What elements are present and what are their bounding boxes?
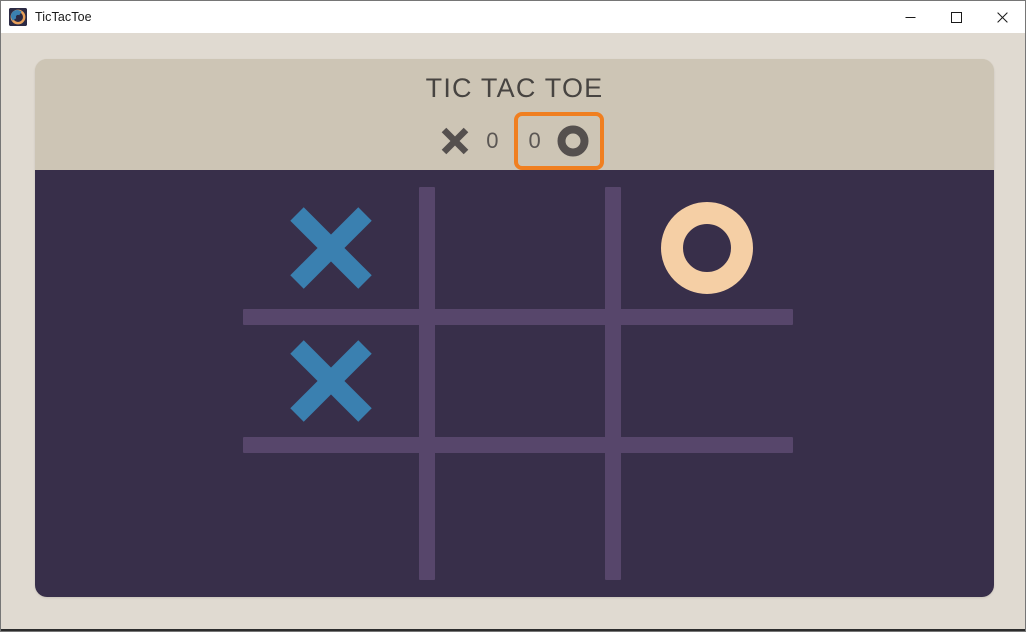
board-cell-mark (243, 187, 419, 309)
grid-line-vertical-1 (419, 187, 435, 580)
board-cell-mark (435, 187, 605, 309)
board-cell-mark (435, 325, 605, 437)
grid-line-horizontal-2 (243, 437, 793, 453)
window-title: TicTacToe (35, 10, 92, 24)
close-button[interactable] (979, 1, 1025, 33)
board-cell-mark (621, 187, 793, 309)
x-mark-icon (440, 126, 470, 156)
board-cell-0-1[interactable] (435, 187, 605, 309)
maximize-button[interactable] (933, 1, 979, 33)
game-card: TIC TAC TOE 0 0 (35, 59, 994, 597)
title-bar: TicTacToe (1, 1, 1025, 34)
grid-line-horizontal-1 (243, 309, 793, 325)
o-mark-icon (557, 125, 589, 157)
board-cell-1-2[interactable] (621, 325, 793, 437)
app-body: TIC TAC TOE 0 0 (1, 33, 1025, 613)
game-board (35, 170, 994, 597)
window-controls (887, 1, 1025, 33)
app-window: TicTacToe TIC TAC TOE 0 0 (0, 0, 1026, 632)
score-o: 0 (528, 128, 541, 153)
scoreboard: 0 0 (35, 112, 994, 170)
board-cell-0-0[interactable] (243, 187, 419, 309)
grid-line-vertical-2 (605, 187, 621, 580)
board-cell-2-0[interactable] (243, 453, 419, 580)
game-title: TIC TAC TOE (425, 73, 604, 103)
scoreboard-player-o[interactable]: 0 (513, 112, 604, 170)
board-cell-1-0[interactable] (243, 325, 419, 437)
board-cell-2-1[interactable] (435, 453, 605, 580)
score-x: 0 (486, 128, 499, 153)
app-icon (9, 8, 27, 26)
board-cell-mark (243, 453, 419, 580)
scoreboard-player-x[interactable]: 0 (425, 112, 513, 170)
board-cell-1-1[interactable] (435, 325, 605, 437)
board-cell-2-2[interactable] (621, 453, 793, 580)
board-cell-mark (243, 325, 419, 437)
minimize-button[interactable] (887, 1, 933, 33)
board-grid (35, 170, 994, 597)
board-cell-mark (621, 325, 793, 437)
game-header: TIC TAC TOE 0 0 (35, 59, 994, 170)
board-cell-mark (435, 453, 605, 580)
board-cell-mark (621, 453, 793, 580)
board-cell-0-2[interactable] (621, 187, 793, 309)
